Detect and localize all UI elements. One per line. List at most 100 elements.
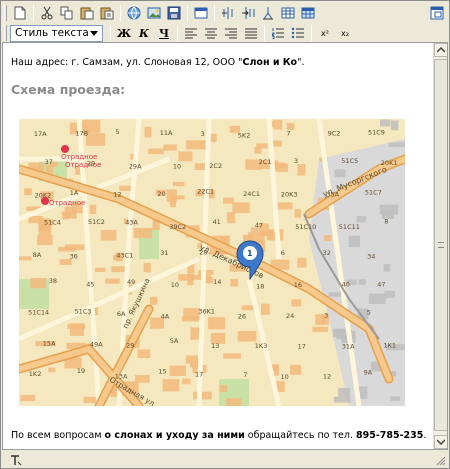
house-number-label: 14 xyxy=(213,278,221,286)
show-blocks-button[interactable] xyxy=(191,4,211,22)
new-document-button[interactable] xyxy=(10,4,30,22)
building xyxy=(48,367,56,373)
metro-label: Отрадное xyxy=(49,199,85,207)
building xyxy=(162,379,180,392)
building xyxy=(182,316,199,322)
house-number-label: 1A xyxy=(70,189,79,197)
align-right-button[interactable] xyxy=(221,24,241,42)
align-center-button[interactable] xyxy=(201,24,221,42)
building xyxy=(324,235,332,242)
align-left-button[interactable] xyxy=(181,24,201,42)
insert-column-left-button[interactable] xyxy=(218,4,238,22)
resize-grip-icon[interactable] xyxy=(436,456,446,466)
building xyxy=(69,323,85,336)
house-number-label: 28 xyxy=(199,248,207,256)
house-number-label: 20K1 xyxy=(381,159,398,167)
numbered-list-button[interactable] xyxy=(268,24,288,42)
superscript-button[interactable]: x² xyxy=(315,24,335,42)
align-justify-button[interactable] xyxy=(241,24,261,42)
underline-button[interactable]: Ч xyxy=(154,24,174,42)
document-body[interactable]: Наш адрес: г. Самзам, ул. Слоновая 12, О… xyxy=(3,43,433,449)
text-style-select[interactable]: Стиль текста xyxy=(10,24,103,42)
house-number-label: 51C3 xyxy=(75,308,92,316)
insert-table-button[interactable] xyxy=(278,4,298,22)
maximize-button[interactable] xyxy=(427,4,447,22)
bold-button[interactable]: Ж xyxy=(114,24,134,42)
address-text: Наш адрес: г. Самзам, ул. Слоновая 12, О… xyxy=(11,57,243,68)
insert-image-button[interactable] xyxy=(144,4,164,22)
building xyxy=(232,202,250,214)
house-number-label: 5 xyxy=(367,308,371,316)
paste-text-button[interactable] xyxy=(97,4,117,22)
editor-content-area[interactable]: Наш адрес: г. Самзам, ул. Слоновая 12, О… xyxy=(2,42,448,450)
building xyxy=(383,264,391,272)
bulleted-list-button[interactable] xyxy=(288,24,308,42)
house-number-label: 7 xyxy=(286,129,290,137)
building xyxy=(24,188,32,196)
house-number-label: 9C2 xyxy=(328,130,341,138)
source-mode-button[interactable] xyxy=(6,451,26,469)
save-button[interactable] xyxy=(164,4,184,22)
house-number-label: 16 xyxy=(294,281,302,289)
route-map-image[interactable]: ул. Декабристов ул. Мусоргского пр. Якуш… xyxy=(19,119,405,406)
thumb-grip-icon xyxy=(438,242,444,248)
building xyxy=(105,278,120,284)
building xyxy=(186,140,206,150)
maximize-icon xyxy=(430,6,444,20)
toolbar-separator xyxy=(177,25,178,41)
cut-button[interactable] xyxy=(37,4,57,22)
table-properties-button[interactable] xyxy=(298,4,318,22)
toolbar-grip[interactable] xyxy=(4,25,7,41)
italic-button[interactable]: К xyxy=(134,24,154,42)
toolbar-separator xyxy=(187,5,188,21)
house-number-label: 26 xyxy=(238,313,246,321)
insert-column-right-icon xyxy=(242,7,255,19)
scroll-up-button[interactable] xyxy=(434,43,447,57)
bold-icon: Ж xyxy=(116,26,132,40)
house-number-label: 43C1 xyxy=(116,251,133,259)
copy-button[interactable] xyxy=(57,4,77,22)
insert-column-right-button[interactable] xyxy=(238,4,258,22)
building xyxy=(254,147,262,154)
insert-row-button[interactable] xyxy=(258,4,278,22)
house-number-label: 31A xyxy=(342,342,355,350)
paste-button[interactable] xyxy=(77,4,97,22)
house-number-label: 51C4 xyxy=(44,219,61,227)
house-number-label: 18 xyxy=(256,283,264,291)
building xyxy=(137,349,151,358)
house-number-label: 1K3 xyxy=(255,342,268,350)
building xyxy=(100,230,117,241)
chevron-down-icon xyxy=(90,30,98,36)
scroll-down-button[interactable] xyxy=(434,435,447,449)
building xyxy=(384,290,396,298)
house-number-label: 3 xyxy=(324,312,328,320)
house-number-label: 13 xyxy=(211,342,219,350)
align-justify-icon xyxy=(245,28,257,39)
toolbar-grip[interactable] xyxy=(4,5,7,21)
underline-icon: Ч xyxy=(158,26,170,40)
italic-icon: К xyxy=(138,26,149,40)
house-number-label: 17 xyxy=(298,343,306,351)
subscript-button[interactable]: x₂ xyxy=(335,24,355,42)
table-icon xyxy=(281,7,295,19)
phone-number: 895-785-235 xyxy=(356,430,424,441)
house-number-label: 17 xyxy=(195,371,203,379)
building xyxy=(237,331,257,342)
house-number-label: 31 xyxy=(160,249,168,257)
building xyxy=(294,209,301,218)
building xyxy=(148,148,164,155)
building xyxy=(390,396,400,401)
house-number-label: 1K1 xyxy=(384,342,397,350)
globe-link-icon xyxy=(127,6,141,20)
building xyxy=(223,197,234,204)
scrollbar-thumb[interactable] xyxy=(434,59,447,431)
address-paragraph: Наш адрес: г. Самзам, ул. Слоновая 12, О… xyxy=(11,57,304,68)
insert-link-button[interactable] xyxy=(124,4,144,22)
house-number-label: 36K1 xyxy=(198,307,215,315)
vertical-scrollbar[interactable] xyxy=(433,43,447,449)
building xyxy=(356,216,367,223)
house-number-label: 6A xyxy=(117,310,126,318)
building xyxy=(219,385,227,393)
align-right-icon xyxy=(225,28,237,39)
house-number-label: 13A xyxy=(115,373,128,381)
